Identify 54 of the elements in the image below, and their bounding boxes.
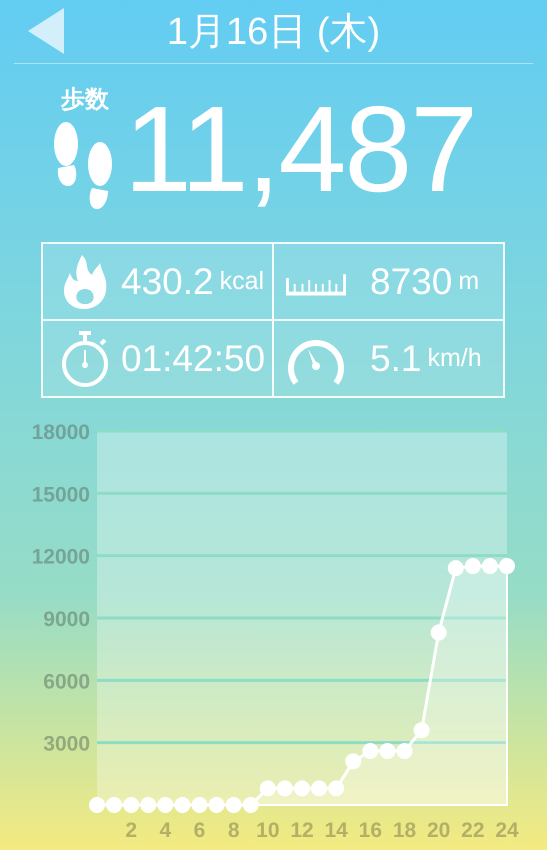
- data-point: [294, 780, 310, 796]
- step-count: 11,487: [124, 88, 476, 210]
- stat-unit: kcal: [220, 269, 264, 294]
- data-point: [226, 797, 242, 813]
- axis-label: 22: [461, 819, 485, 842]
- data-point: [89, 797, 105, 813]
- axis-label: 8: [228, 819, 240, 842]
- data-point: [208, 797, 225, 813]
- stat-unit: m: [458, 269, 480, 294]
- stat-value: 8730: [370, 263, 452, 300]
- data-point: [123, 797, 140, 813]
- data-point: [499, 558, 515, 574]
- data-point: [106, 797, 122, 813]
- data-point: [192, 797, 208, 813]
- axis-label: 6: [194, 819, 206, 842]
- data-point: [430, 624, 447, 641]
- axis-label: 4: [160, 819, 172, 842]
- date-title: 1月16日 (木): [166, 12, 380, 50]
- axis-label: 6000: [43, 670, 90, 694]
- data-point: [276, 780, 293, 796]
- axis-label: 20: [426, 819, 450, 842]
- data-point: [464, 558, 481, 574]
- axis-label: 9000: [43, 608, 90, 631]
- data-point: [311, 780, 328, 796]
- stat-unit: km/h: [427, 346, 482, 371]
- data-point: [414, 722, 430, 738]
- axis-label: 10: [256, 819, 280, 842]
- steps-label: 歩数: [61, 88, 109, 112]
- stopwatch-icon: [60, 330, 110, 388]
- data-point: [242, 797, 259, 813]
- data-point: [362, 742, 378, 759]
- stat-value: 5.1: [370, 340, 422, 377]
- axis-label: 15000: [32, 483, 90, 506]
- axis-label: 18000: [32, 421, 90, 444]
- axis-label: 16: [358, 819, 382, 842]
- data-point: [157, 797, 174, 813]
- data-point: [328, 780, 344, 796]
- data-point: [140, 797, 156, 813]
- data-point: [379, 742, 396, 759]
- axis-label: 14: [324, 819, 348, 842]
- axis-label: 24: [495, 819, 519, 842]
- data-point: [174, 797, 190, 813]
- stat-value: 430.2: [121, 263, 214, 300]
- data-point: [345, 753, 362, 770]
- data-point: [482, 558, 498, 574]
- axis-label: 3000: [43, 732, 90, 756]
- axis-label: 12: [290, 819, 314, 842]
- data-point: [260, 780, 276, 796]
- stat-value: 01:42:50: [121, 340, 266, 377]
- axis-label: 2: [125, 819, 137, 842]
- axis-label: 18: [392, 819, 416, 842]
- data-point: [396, 742, 412, 759]
- data-point: [448, 560, 464, 576]
- flame-icon: [62, 254, 108, 308]
